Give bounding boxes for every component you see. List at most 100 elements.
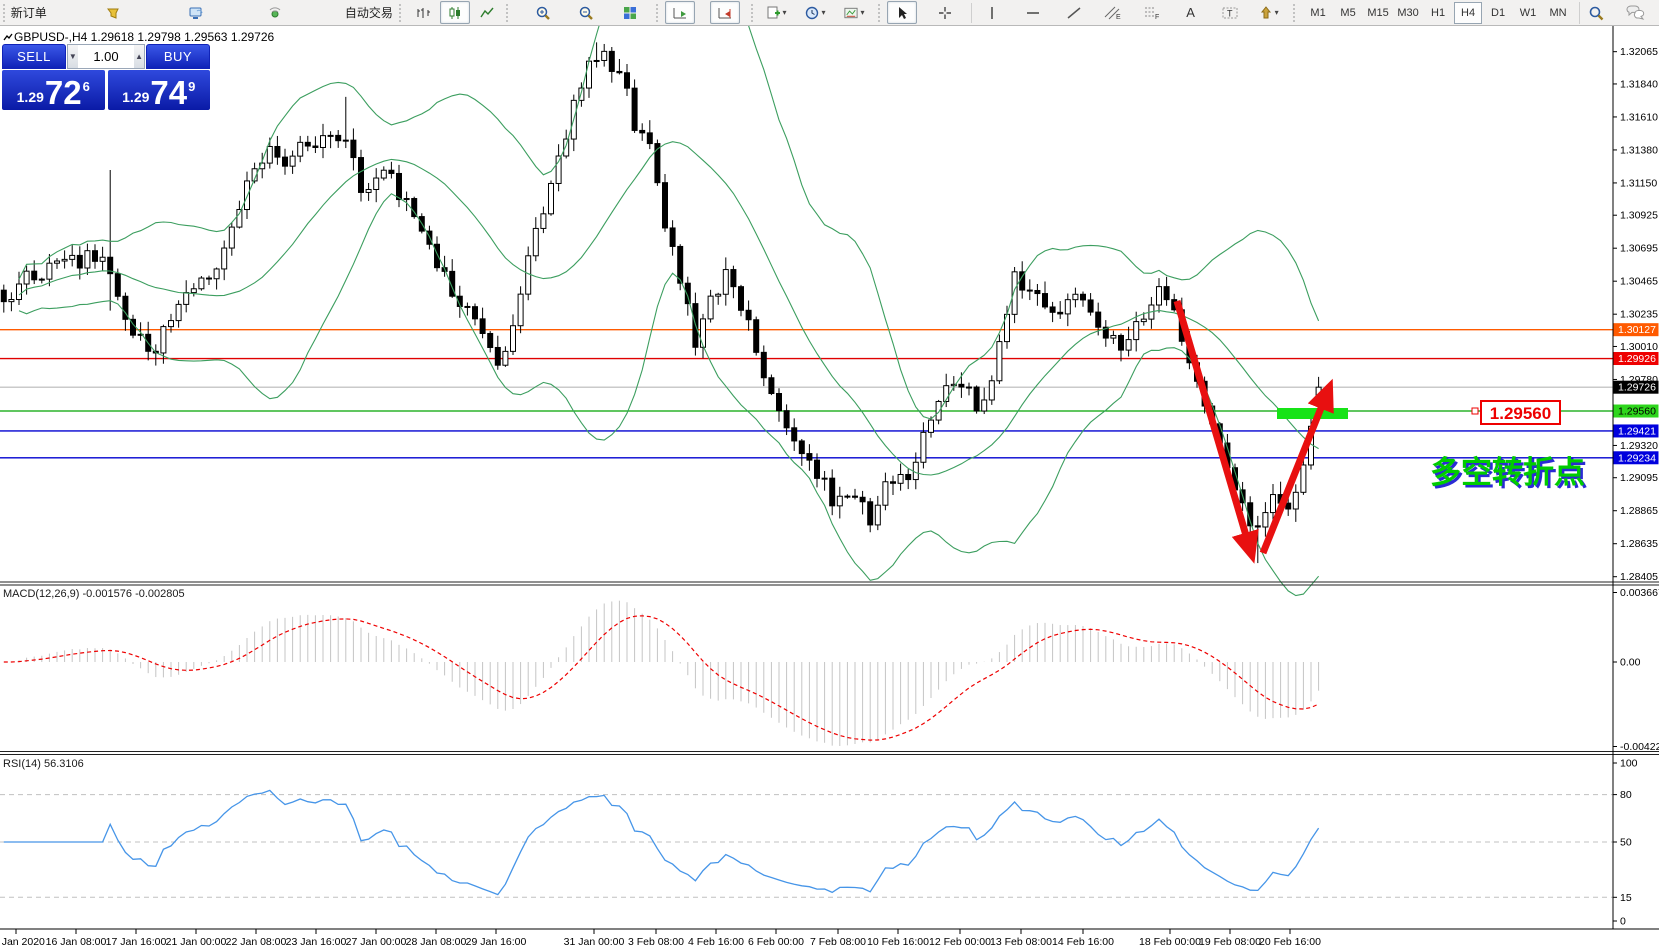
arrows-tool-icon[interactable]: ▾ bbox=[1254, 1, 1284, 24]
time-axis[interactable]: 15 Jan 202016 Jan 08:0017 Jan 16:0021 Ja… bbox=[0, 929, 1321, 948]
svg-text:15 Jan 2020: 15 Jan 2020 bbox=[0, 936, 45, 948]
svg-text:50: 50 bbox=[1620, 837, 1632, 849]
svg-text:12 Feb 00:00: 12 Feb 00:00 bbox=[929, 936, 991, 948]
sell-button[interactable]: SELL bbox=[2, 44, 66, 69]
zoom-in-icon[interactable] bbox=[529, 1, 559, 24]
dropdown-arrow-icon: ▾ bbox=[1275, 8, 1279, 17]
panel-separators[interactable] bbox=[0, 26, 1659, 929]
timeframe-m5[interactable]: M5 bbox=[1334, 2, 1362, 24]
trendline-icon[interactable] bbox=[1059, 1, 1089, 24]
history-center-icon[interactable] bbox=[98, 1, 128, 24]
cursor-icon[interactable] bbox=[887, 1, 917, 24]
indicators-icon[interactable]: ▾ bbox=[839, 1, 869, 24]
svg-text:27 Jan 00:00: 27 Jan 00:00 bbox=[346, 936, 407, 948]
svg-text:28 Jan 08:00: 28 Jan 08:00 bbox=[406, 936, 467, 948]
chart-title: GBPUSD-,H4 1.29618 1.29798 1.29563 1.297… bbox=[14, 30, 274, 44]
volume-increase-button[interactable]: ▲ bbox=[134, 45, 144, 68]
timeframe-d1[interactable]: D1 bbox=[1484, 2, 1512, 24]
sell-price-button[interactable]: 1.29 72 6 bbox=[2, 70, 105, 110]
buy-button[interactable]: BUY bbox=[146, 44, 210, 69]
svg-text:1.32065: 1.32065 bbox=[1620, 46, 1658, 58]
svg-text:7 Feb 08:00: 7 Feb 08:00 bbox=[810, 936, 866, 948]
buy-price-button[interactable]: 1.29 74 9 bbox=[108, 70, 211, 110]
svg-text:1.29926: 1.29926 bbox=[1618, 353, 1656, 365]
auto-scroll-icon[interactable] bbox=[665, 1, 695, 24]
level-callout-text: 1.29560 bbox=[1490, 404, 1551, 423]
timeframe-w1[interactable]: W1 bbox=[1514, 2, 1542, 24]
svg-text:0: 0 bbox=[1620, 916, 1626, 928]
svg-text:16 Jan 08:00: 16 Jan 08:00 bbox=[46, 936, 107, 948]
svg-text:23 Jan 16:00: 23 Jan 16:00 bbox=[286, 936, 347, 948]
chart-annotations[interactable]: 1.29560多空转折点多空转折点 bbox=[1177, 301, 1588, 553]
horizontal-line-icon[interactable] bbox=[1018, 1, 1048, 24]
terminal-icon[interactable] bbox=[181, 1, 211, 24]
fibonacci-icon[interactable]: F bbox=[1137, 1, 1167, 24]
red-arrow-down[interactable] bbox=[1177, 301, 1250, 549]
chart-symbol-icon bbox=[3, 33, 13, 42]
timeframe-mn[interactable]: MN bbox=[1544, 2, 1572, 24]
tile-windows-icon[interactable] bbox=[615, 1, 645, 24]
bar-chart-icon[interactable] bbox=[408, 1, 438, 24]
svg-text:6 Feb 00:00: 6 Feb 00:00 bbox=[748, 936, 804, 948]
timeframe-h4[interactable]: H4 bbox=[1454, 2, 1482, 24]
timeframe-group: M1M5M15M30H1H4D1W1MN bbox=[1303, 2, 1580, 24]
new-order-button[interactable]: 新订单 bbox=[12, 1, 45, 24]
rsi-panel: RSI(14) 56.3106 bbox=[0, 758, 1613, 897]
price-chart[interactable]: 1.29560多空转折点多空转折点MACD(12,26,9) -0.001576… bbox=[0, 26, 1659, 950]
svg-text:20 Feb 16:00: 20 Feb 16:00 bbox=[1259, 936, 1321, 948]
volume-input[interactable] bbox=[78, 45, 135, 68]
timeframe-m30[interactable]: M30 bbox=[1394, 2, 1422, 24]
volume-decrease-button[interactable]: ▼ bbox=[68, 45, 78, 68]
svg-text:1.29234: 1.29234 bbox=[1618, 452, 1656, 464]
line-chart-icon[interactable] bbox=[472, 1, 502, 24]
svg-text:19 Feb 08:00: 19 Feb 08:00 bbox=[1199, 936, 1261, 948]
candlestick-chart-icon[interactable] bbox=[440, 1, 470, 24]
chart-shift-icon[interactable] bbox=[710, 1, 740, 24]
toolbar-grip[interactable] bbox=[3, 4, 8, 22]
svg-text:1.31150: 1.31150 bbox=[1620, 177, 1657, 189]
svg-text:0.003667: 0.003667 bbox=[1620, 587, 1659, 599]
search-icon[interactable] bbox=[1581, 1, 1611, 24]
sell-price-sup: 6 bbox=[83, 79, 90, 94]
chart-window[interactable]: GBPUSD-,H4 1.29618 1.29798 1.29563 1.297… bbox=[0, 26, 1659, 950]
timeframe-m15[interactable]: M15 bbox=[1364, 2, 1392, 24]
svg-text:10 Feb 16:00: 10 Feb 16:00 bbox=[867, 936, 929, 948]
svg-text:14 Feb 16:00: 14 Feb 16:00 bbox=[1052, 936, 1114, 948]
chat-icon[interactable] bbox=[1620, 1, 1650, 24]
buy-price-small: 1.29 bbox=[122, 89, 149, 105]
svg-text:3 Feb 08:00: 3 Feb 08:00 bbox=[628, 936, 684, 948]
bollinger-bands bbox=[19, 26, 1319, 596]
svg-text:1.30127: 1.30127 bbox=[1618, 324, 1656, 336]
level-anchor-handle[interactable] bbox=[1472, 408, 1478, 414]
new-template-icon[interactable]: ▾ bbox=[761, 1, 791, 24]
svg-text:1.30695: 1.30695 bbox=[1620, 243, 1658, 255]
svg-text:E: E bbox=[1116, 14, 1121, 21]
pivot-annotation-text[interactable]: 多空转折点 bbox=[1430, 455, 1585, 490]
svg-text:1.28635: 1.28635 bbox=[1620, 538, 1658, 550]
signals-icon[interactable] bbox=[260, 1, 290, 24]
text-label-icon[interactable]: T bbox=[1215, 1, 1245, 24]
svg-text:T: T bbox=[1227, 8, 1233, 18]
rsi-label: RSI(14) 56.3106 bbox=[3, 758, 84, 770]
crosshair-icon[interactable] bbox=[930, 1, 960, 24]
svg-text:1.29726: 1.29726 bbox=[1618, 382, 1656, 394]
sell-price-big: 72 bbox=[45, 78, 82, 108]
text-tool-icon[interactable]: A bbox=[1176, 1, 1206, 24]
vertical-line-icon[interactable] bbox=[977, 1, 1007, 24]
zoom-out-icon[interactable] bbox=[572, 1, 602, 24]
dropdown-arrow-icon: ▾ bbox=[783, 8, 787, 17]
equidistant-channel-icon[interactable]: E bbox=[1098, 1, 1128, 24]
autotrading-button[interactable]: 自动交易 bbox=[339, 1, 395, 24]
macd-label: MACD(12,26,9) -0.001576 -0.002805 bbox=[3, 588, 185, 600]
timeframe-m1[interactable]: M1 bbox=[1304, 2, 1332, 24]
price-axis[interactable]: 1.320651.318401.316101.313801.311501.309… bbox=[1613, 46, 1659, 927]
svg-text:13 Feb 08:00: 13 Feb 08:00 bbox=[990, 936, 1052, 948]
period-clock-icon[interactable]: ▾ bbox=[800, 1, 830, 24]
svg-text:-0.00422: -0.00422 bbox=[1620, 741, 1659, 753]
timeframe-h1[interactable]: H1 bbox=[1424, 2, 1452, 24]
candlesticks bbox=[1, 42, 1321, 563]
support-zone-rect[interactable] bbox=[1277, 408, 1348, 419]
dropdown-arrow-icon: ▾ bbox=[861, 8, 865, 17]
autotrading-label: 自动交易 bbox=[345, 4, 393, 21]
horizontal-level-lines[interactable] bbox=[0, 330, 1613, 458]
